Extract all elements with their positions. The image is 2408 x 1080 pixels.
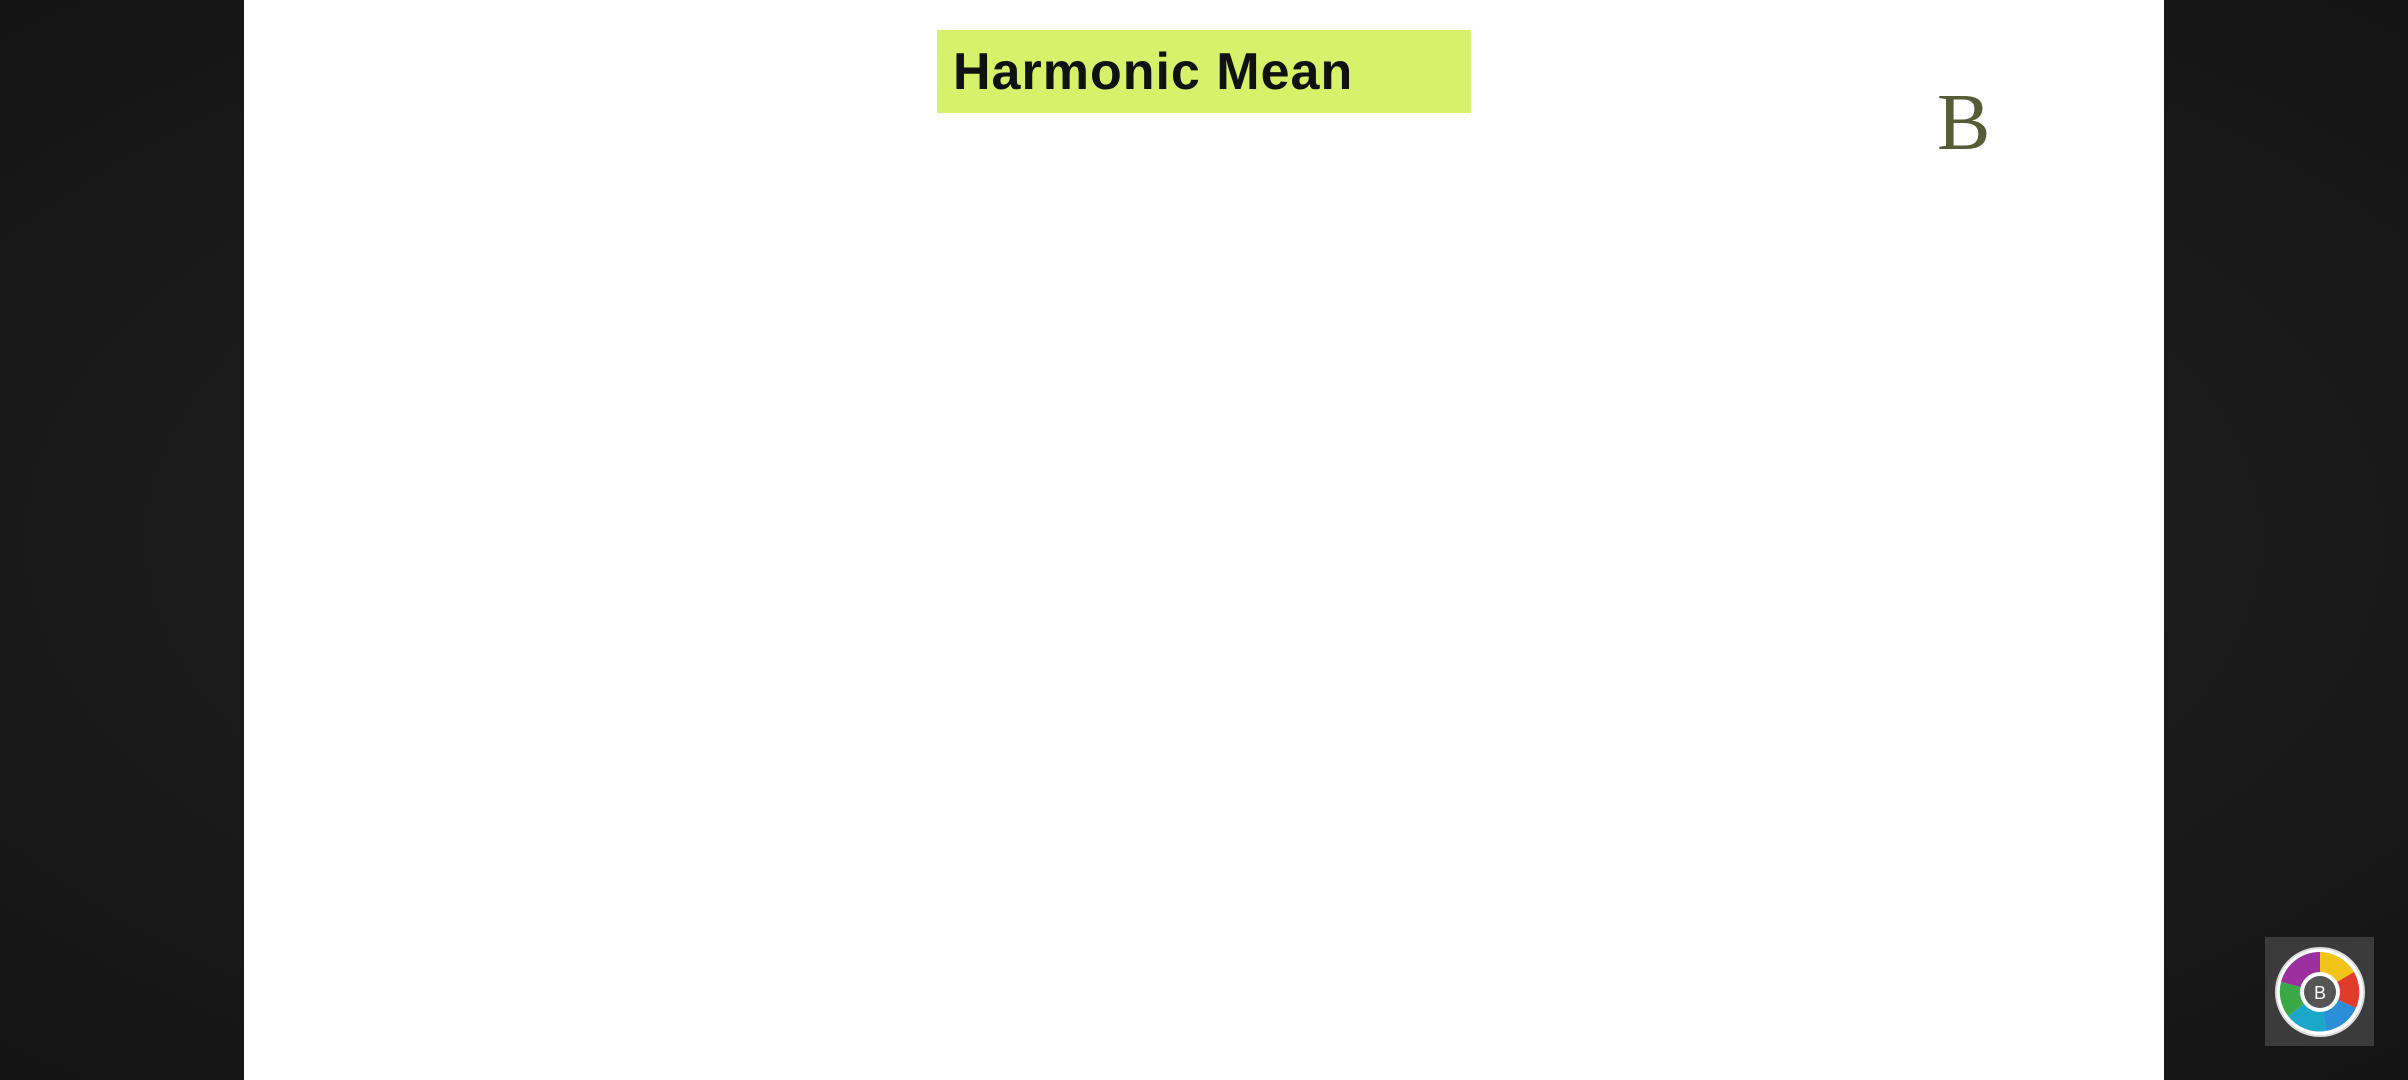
slide-title: Harmonic Mean (953, 42, 1354, 101)
channel-logo-button[interactable]: B (2265, 937, 2374, 1046)
channel-logo-icon: B (2274, 946, 2365, 1037)
slide-title-box: Harmonic Mean (937, 30, 1471, 113)
slide-corner-letter: B (1937, 79, 1991, 167)
logo-letter: B (2313, 983, 2325, 1003)
presentation-slide: Harmonic Mean B (244, 0, 2164, 1080)
video-viewport[interactable]: Harmonic Mean B B (0, 0, 2408, 1080)
